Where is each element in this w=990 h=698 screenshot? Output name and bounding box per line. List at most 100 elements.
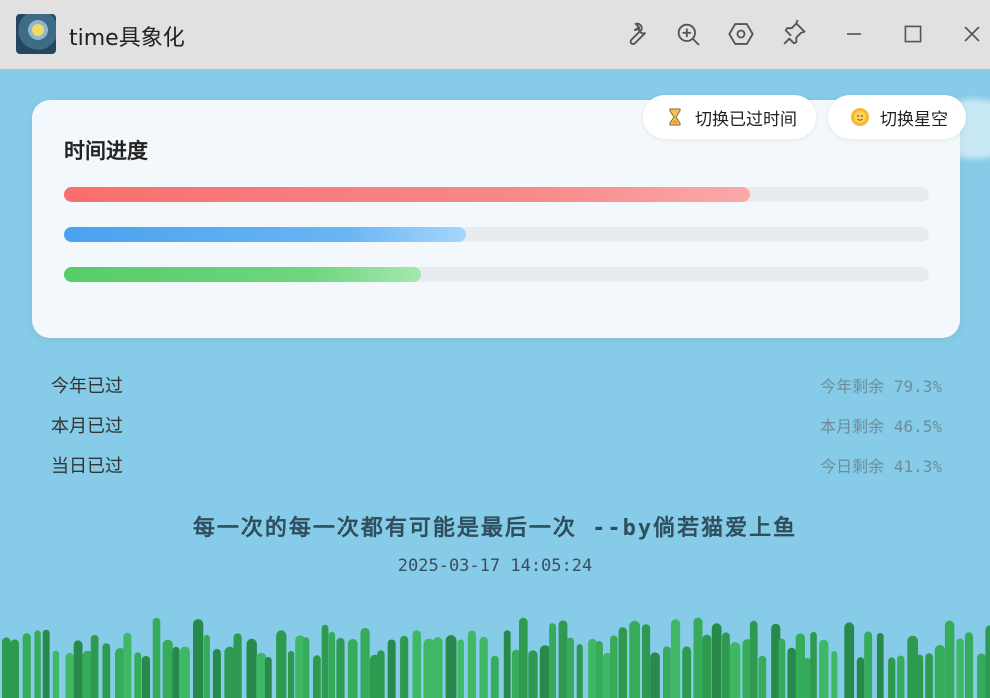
pin-icon[interactable] — [780, 19, 808, 48]
grass-blade — [985, 625, 990, 698]
grass-blade — [336, 637, 345, 698]
grass-blade — [303, 637, 310, 698]
grass-blade — [566, 637, 574, 698]
grass-blade — [34, 630, 41, 698]
grass-blade — [819, 639, 829, 698]
grass-blade — [180, 646, 190, 698]
month-remaining: 本月剩余 46.5% — [820, 417, 942, 436]
grass-blade — [925, 653, 933, 698]
wrench-icon[interactable] — [622, 20, 650, 48]
grass-blade — [457, 639, 464, 698]
grass-blade — [663, 646, 671, 698]
grass-blade — [907, 635, 918, 698]
grass-blade — [864, 631, 873, 698]
grass-blade — [702, 634, 712, 698]
grass-blade — [328, 631, 336, 698]
grass-blade — [650, 652, 660, 698]
grass-blade — [467, 630, 476, 698]
month-progress-track — [64, 227, 929, 242]
toggle-elapsed-button[interactable]: 切换已过时间 — [643, 95, 816, 139]
grass-blade — [233, 633, 242, 698]
grass-blade — [944, 620, 955, 698]
hourglass-icon — [665, 107, 685, 127]
grass-blade — [479, 636, 488, 698]
grass-blade — [539, 645, 551, 698]
hexagon-settings-icon[interactable] — [727, 20, 755, 48]
grass-blade — [321, 624, 329, 698]
grass-blade — [490, 655, 499, 698]
title-bar: time具象化 — [0, 0, 990, 69]
year-progress-fill — [64, 187, 750, 202]
grass-blade — [642, 624, 651, 698]
grass-blade — [90, 635, 99, 698]
grass-blade — [629, 620, 640, 698]
grass-blade — [810, 632, 817, 698]
grass-blade — [152, 617, 161, 698]
year-elapsed-label: 今年已过 — [51, 376, 123, 397]
grass-blade — [888, 657, 896, 698]
grass-blade — [52, 650, 60, 698]
grass-blade — [134, 652, 142, 698]
month-elapsed-label: 本月已过 — [51, 416, 123, 437]
grass-blade — [588, 638, 597, 698]
grass-blade — [876, 633, 884, 698]
grass-blade — [711, 623, 722, 698]
grass-blade — [360, 627, 370, 698]
maximize-icon[interactable] — [899, 20, 927, 48]
grass-blade — [916, 654, 924, 698]
grass-blade — [844, 622, 855, 698]
grass-blade — [787, 647, 796, 698]
grass-blade — [412, 630, 421, 698]
toggle-starry-button[interactable]: 切换星空 — [828, 95, 966, 139]
grass-blade — [123, 632, 132, 698]
current-datetime: 2025-03-17 14:05:24 — [397, 556, 593, 576]
grass-blade — [2, 637, 11, 698]
grass-blade — [749, 620, 758, 698]
main-content: 时间进度 切换已过时间 切换星空 今年已过 今年剩余 79.3% 本月已过 本月… — [0, 69, 990, 698]
zoom-in-icon[interactable] — [674, 20, 702, 48]
grass-blade — [193, 619, 204, 698]
app-title: time具象化 — [69, 26, 185, 51]
grass-blade — [934, 644, 945, 698]
grass-blade — [831, 651, 838, 698]
grass-blade — [73, 640, 83, 698]
grass-blade — [856, 657, 865, 698]
grass-blade — [212, 649, 221, 698]
day-progress-track — [64, 267, 929, 282]
grass-blade — [956, 638, 964, 698]
grass-blade — [618, 627, 627, 698]
grass-blade — [503, 630, 511, 698]
grass-decoration — [2, 617, 990, 698]
grass-blade — [671, 619, 681, 698]
grass-blade — [693, 617, 703, 698]
grass-blade — [595, 641, 603, 698]
grass-blade — [276, 630, 287, 698]
minimize-icon[interactable] — [840, 20, 868, 48]
grass-blade — [758, 655, 767, 698]
grass-blade — [778, 638, 786, 698]
grass-blade — [519, 617, 528, 698]
grass-blade — [400, 635, 409, 698]
card-title: 时间进度 — [64, 139, 148, 163]
grass-blade — [377, 650, 385, 698]
sun-face-icon — [850, 107, 870, 127]
grass-blade — [203, 634, 210, 698]
grass-blade — [558, 620, 568, 698]
grass-blade — [141, 656, 150, 698]
grass-blade — [897, 655, 905, 698]
close-icon[interactable] — [958, 20, 986, 48]
grass-blade — [549, 623, 556, 698]
grass-blade — [445, 635, 457, 698]
grass-blade — [729, 642, 741, 698]
day-remaining: 今日剩余 41.3% — [820, 457, 942, 476]
grass-blade — [682, 646, 692, 698]
grass-blade — [313, 655, 321, 698]
grass-blade — [610, 635, 618, 698]
toggle-elapsed-label: 切换已过时间 — [695, 109, 797, 130]
grass-blade — [433, 637, 443, 698]
grass-blade — [42, 629, 50, 698]
grass-blade — [246, 638, 257, 698]
day-elapsed-label: 当日已过 — [51, 456, 123, 477]
grass-blade — [102, 643, 111, 698]
grass-blade — [264, 657, 272, 698]
